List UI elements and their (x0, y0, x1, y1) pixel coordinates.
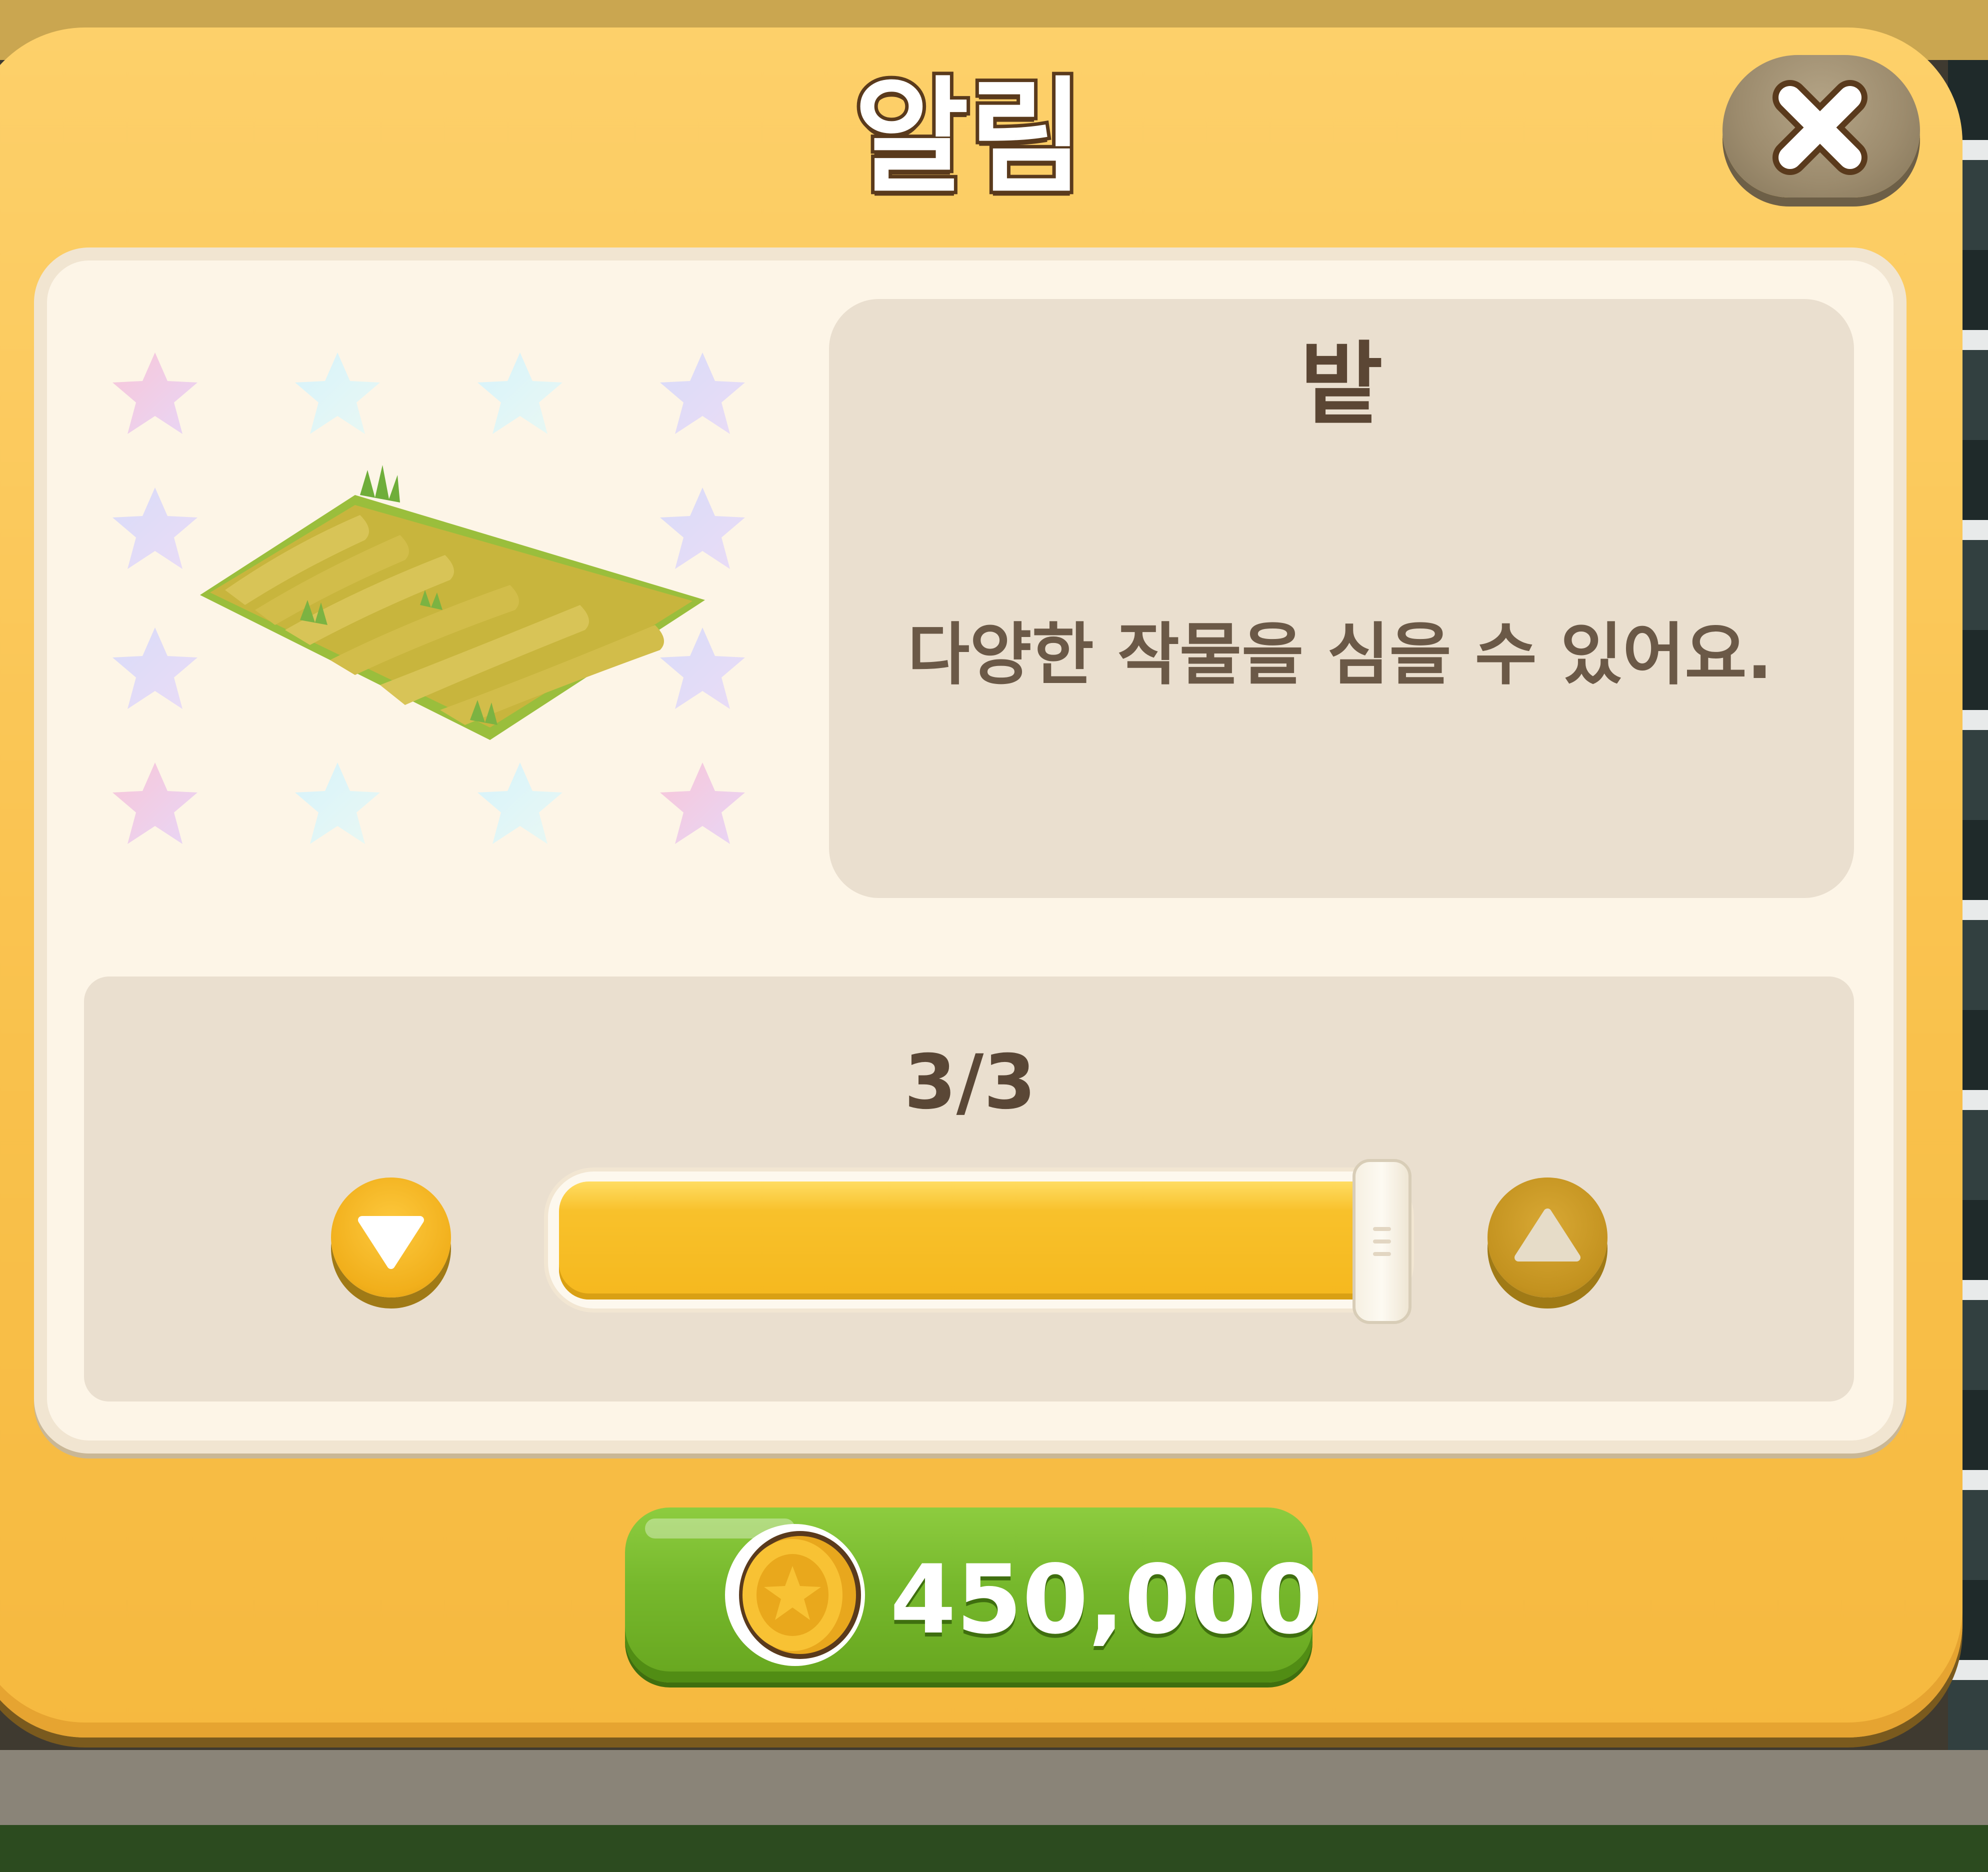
gold-coin-icon (725, 1524, 865, 1666)
star-decoration (478, 352, 562, 434)
triangle-down-icon (358, 1216, 424, 1269)
quantity-slider-fill (559, 1182, 1404, 1300)
item-description: 다양한 작물을 심을 수 있어요. (908, 616, 1772, 694)
quantity-counter: 3/3 (904, 1039, 1036, 1126)
triangle-up-icon (1514, 1208, 1580, 1262)
item-name: 밭 (1300, 332, 1383, 437)
star-decoration (112, 628, 198, 709)
star-decoration (112, 488, 198, 569)
close-button[interactable] (1722, 55, 1920, 198)
price-label: 450,000 (890, 1544, 1323, 1655)
star-decoration (112, 352, 198, 434)
decrease-quantity-button[interactable] (331, 1178, 451, 1298)
star-decoration (295, 762, 380, 844)
star-decoration (295, 352, 380, 434)
background-floor (0, 1750, 1988, 1825)
star-decoration (478, 762, 562, 844)
crop-field-image (200, 465, 705, 740)
increase-quantity-button[interactable] (1488, 1178, 1608, 1298)
close-icon (1772, 80, 1868, 175)
star-decoration (660, 762, 745, 844)
dialog-title: 알림 (850, 61, 1088, 214)
background-ground (0, 1825, 1988, 1872)
quantity-slider-handle[interactable] (1352, 1159, 1412, 1324)
star-decoration (660, 352, 745, 434)
star-decoration (112, 762, 198, 844)
